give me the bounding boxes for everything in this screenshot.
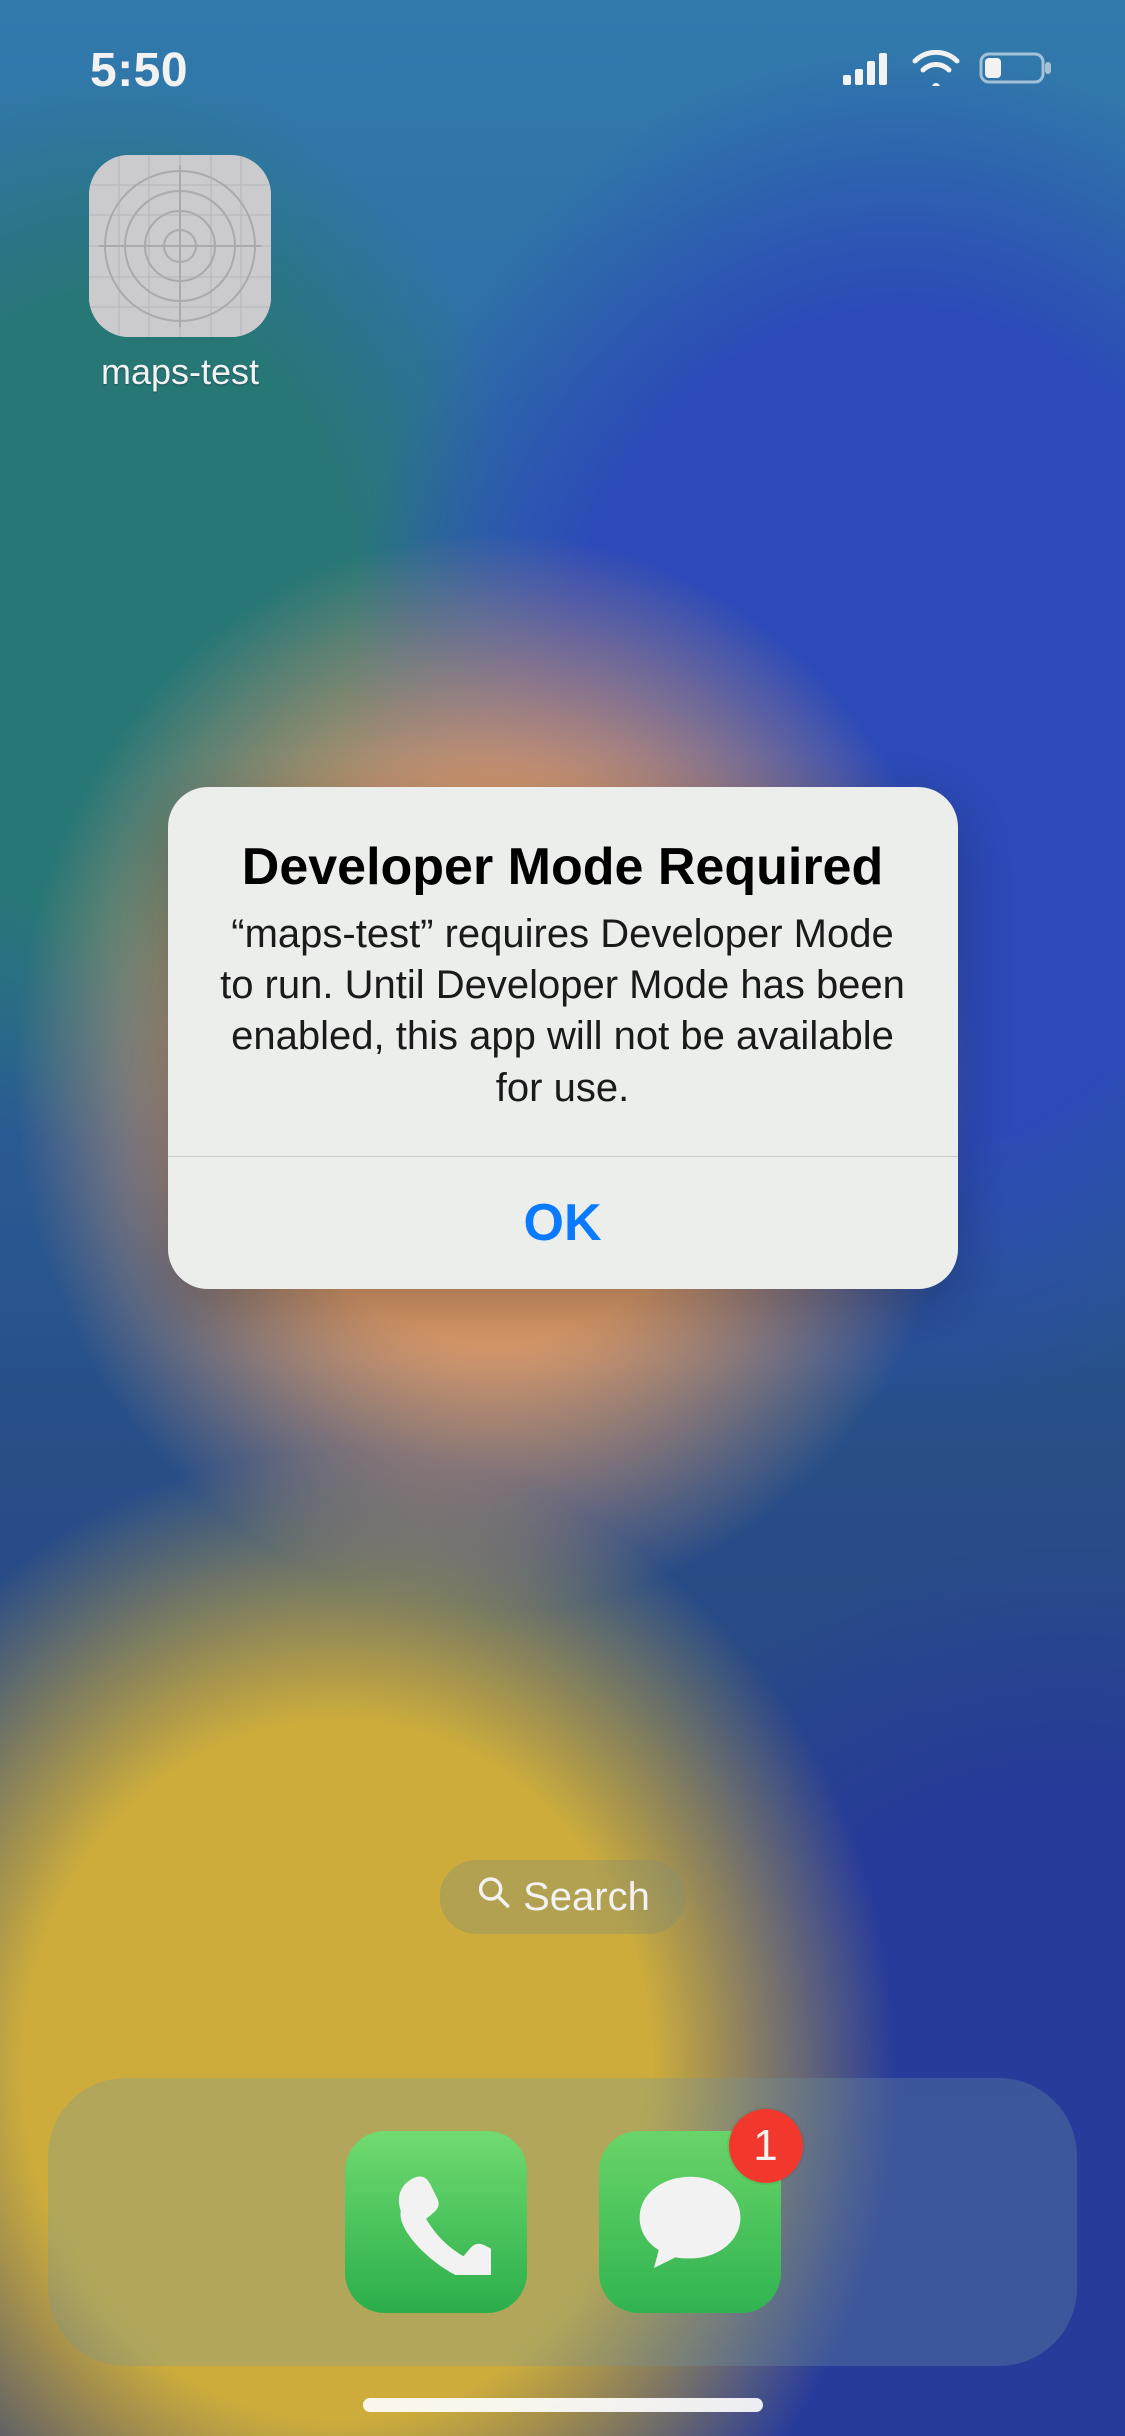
alert-backdrop: Developer Mode Required “maps-test” requ… xyxy=(0,0,1125,2436)
ok-button[interactable]: OK xyxy=(168,1157,958,1289)
alert-title: Developer Mode Required xyxy=(206,837,920,897)
home-indicator[interactable] xyxy=(363,2398,763,2412)
alert-message: “maps-test” requires Developer Mode to r… xyxy=(206,909,920,1114)
alert-dialog: Developer Mode Required “maps-test” requ… xyxy=(168,787,958,1289)
